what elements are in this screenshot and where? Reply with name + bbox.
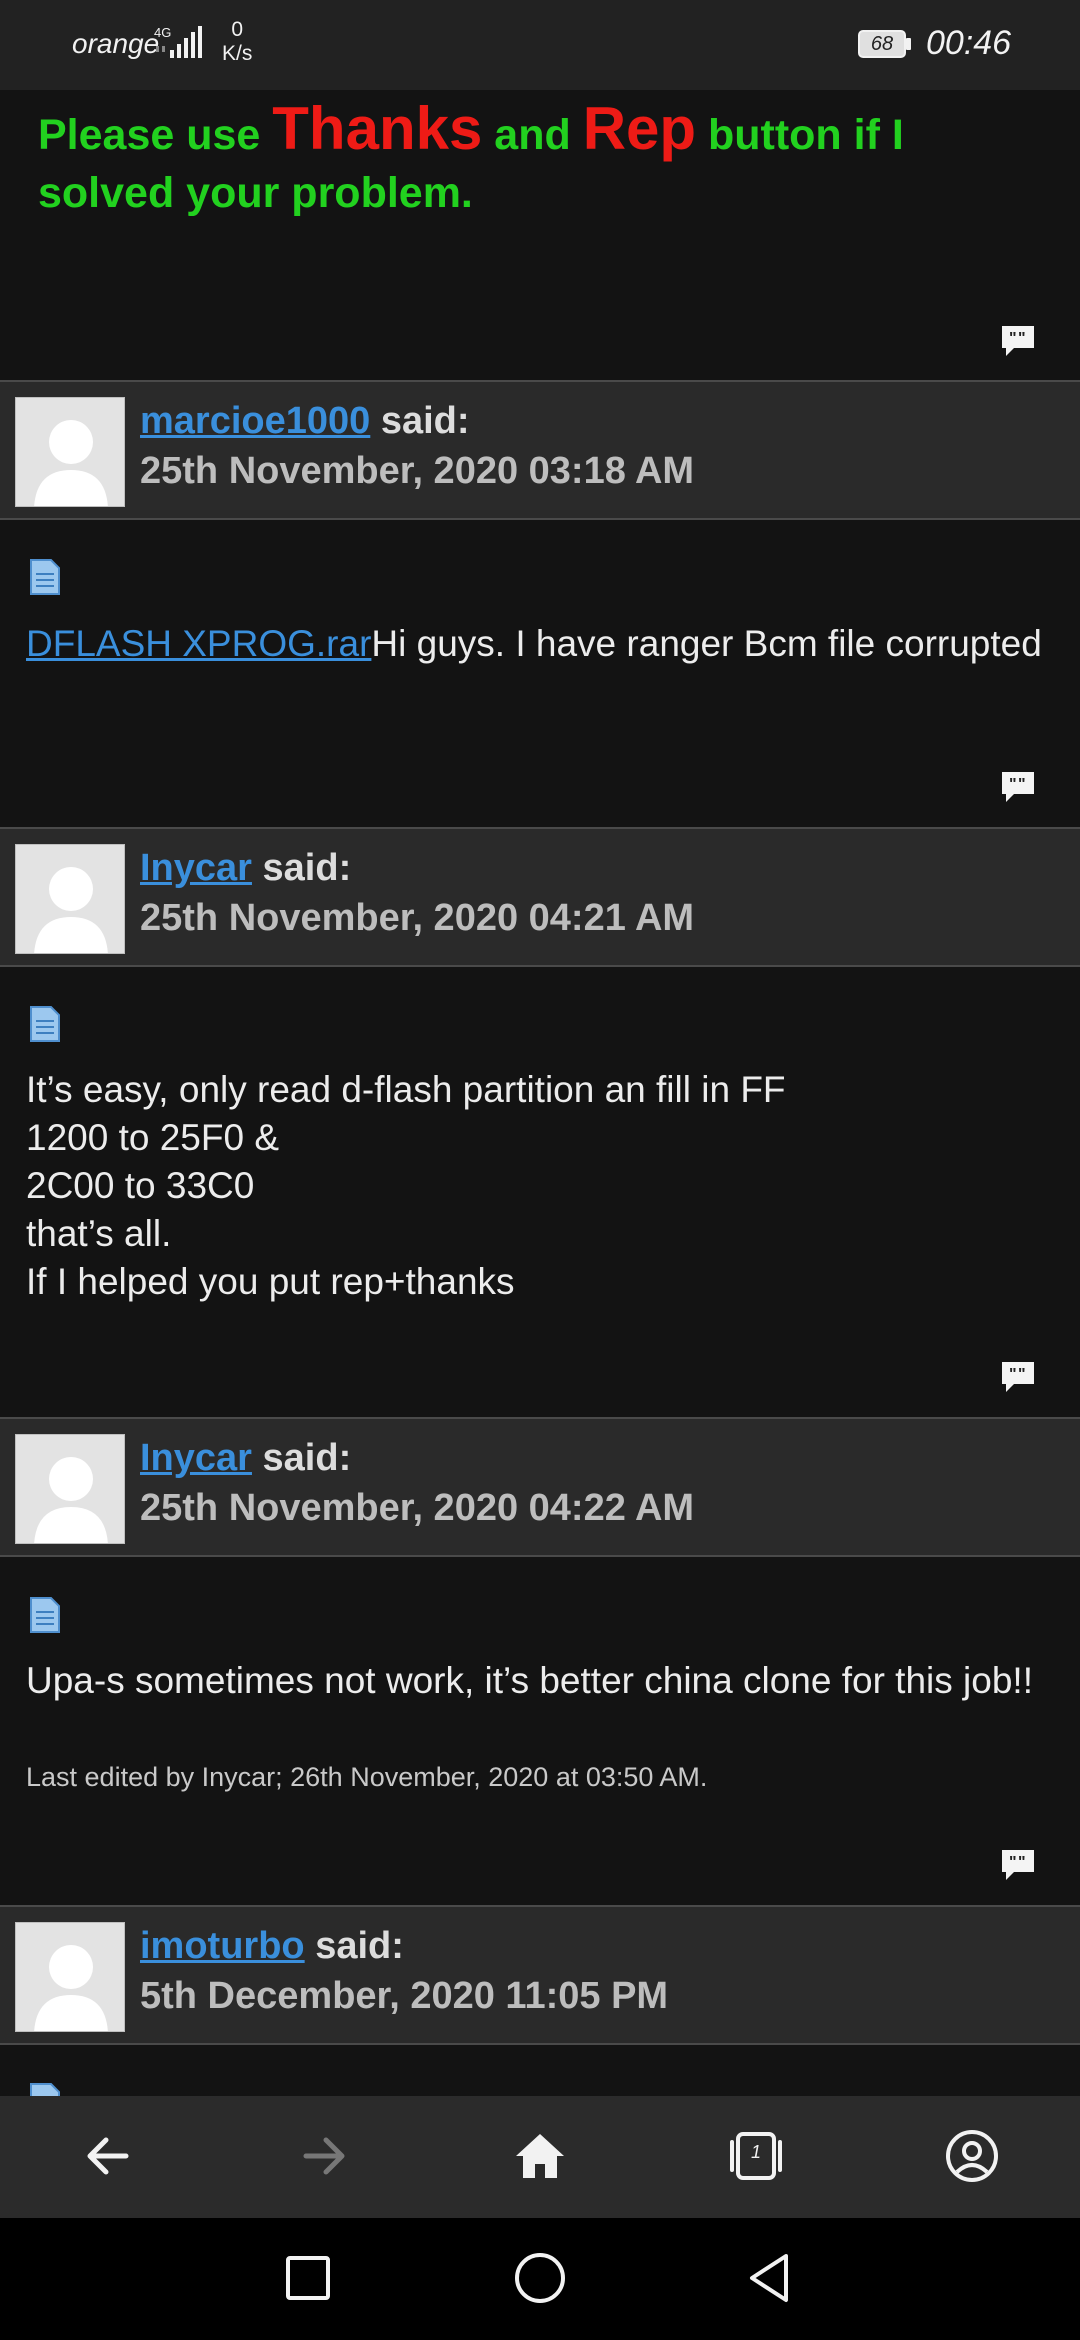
quote-reply-icon[interactable]: " " [1000, 1848, 1036, 1882]
post-author-line: Inycar said: [140, 1437, 351, 1480]
document-icon [30, 1006, 60, 1042]
tab-count: 1 [750, 2142, 761, 2162]
default-avatar-icon [34, 420, 108, 506]
post-author-line: Inycar said: [140, 847, 351, 890]
document-icon [30, 2083, 60, 2096]
signature-text: Please use Thanks and Rep button if I so… [38, 99, 958, 222]
document-icon [30, 1597, 60, 1633]
svg-text:": " [1009, 776, 1017, 793]
post-header: Inycar said: 25th November, 2020 04:22 A… [0, 1417, 1080, 1557]
avatar[interactable] [15, 397, 125, 507]
svg-text:": " [1009, 330, 1017, 347]
network-speed-value: 0 [231, 18, 244, 41]
back-arrow-icon[interactable] [78, 2126, 138, 2186]
back-triangle-icon[interactable] [742, 2250, 798, 2306]
attachment-link[interactable]: DFLASH XPROG.rar [26, 623, 371, 664]
status-bar: orange 4G 0 K/s 68 00:46 [0, 0, 1080, 90]
avatar[interactable] [15, 1434, 125, 1544]
svg-text:": " [1018, 776, 1026, 793]
clock: 00:46 [926, 24, 1012, 62]
username-link[interactable]: Inycar [140, 847, 252, 889]
carrier-label: orange [72, 28, 160, 59]
recent-apps-icon[interactable] [280, 2250, 336, 2306]
battery-level: 68 [870, 33, 894, 55]
svg-text:": " [1018, 1366, 1026, 1383]
browser-toolbar: 1 [0, 2096, 1080, 2218]
network-speed-unit: K/s [222, 42, 253, 65]
post-text: Hi guys. I have ranger Bcm file corrupte… [371, 623, 1042, 664]
svg-text:": " [1018, 330, 1026, 347]
post-body: It’s easy, only read d-flash partition a… [26, 1066, 1056, 1306]
said-label: said: [304, 1925, 404, 1967]
default-avatar-icon [34, 867, 108, 953]
signature-rep: Rep [582, 95, 697, 162]
username-link[interactable]: imoturbo [140, 1925, 305, 1967]
post-line: It’s easy, only read d-flash partition a… [26, 1069, 786, 1110]
edit-note: Last edited by Inycar; 26th November, 20… [26, 1762, 708, 1792]
svg-text:": " [1018, 1854, 1026, 1871]
username-link[interactable]: Inycar [140, 1437, 252, 1479]
post-line: 2C00 to 33C0 [26, 1165, 255, 1206]
home-icon[interactable] [510, 2126, 570, 2186]
post-author-line: marcioe1000 said: [140, 400, 470, 443]
signature-thanks: Thanks [272, 95, 483, 162]
post-body: Upa-s sometimes not work, it’s better ch… [26, 1660, 1033, 1701]
default-avatar-icon [34, 1457, 108, 1543]
post-line: If I helped you put rep+thanks [26, 1261, 515, 1302]
system-nav-bar [0, 2218, 1080, 2340]
quote-reply-icon[interactable]: " " [1000, 770, 1036, 804]
quote-reply-icon[interactable]: " " [1000, 324, 1036, 358]
signature-part2: and [482, 111, 583, 159]
post-header: Inycar said: 25th November, 2020 04:21 A… [0, 827, 1080, 967]
document-icon [30, 559, 60, 595]
default-avatar-icon [34, 1945, 108, 2031]
post-body: DFLASH XPROG.rarHi guys. I have ranger B… [26, 620, 1056, 668]
account-icon[interactable] [942, 2126, 1002, 2186]
post-line: 1200 to 25F0 & [26, 1117, 280, 1158]
battery-icon: 68 [858, 30, 912, 58]
forward-arrow-icon[interactable] [294, 2126, 354, 2186]
signal-icon: 4G [154, 25, 202, 58]
post-date: 25th November, 2020 03:18 AM [140, 450, 695, 492]
signature-block: Please use Thanks and Rep button if I so… [0, 90, 1080, 380]
network-type-label: 4G [154, 25, 171, 40]
post-date: 25th November, 2020 04:22 AM [140, 1487, 695, 1529]
svg-text:": " [1009, 1366, 1017, 1383]
post-date: 25th November, 2020 04:21 AM [140, 897, 695, 939]
post-header: marcioe1000 said: 25th November, 2020 03… [0, 380, 1080, 520]
avatar[interactable] [15, 1922, 125, 2032]
post-line: that’s all. [26, 1213, 172, 1254]
signature-part1: Please use [38, 111, 273, 159]
network-speed: 0 K/s [222, 18, 252, 66]
said-label: said: [251, 1437, 352, 1479]
avatar[interactable] [15, 844, 125, 954]
post-date: 5th December, 2020 11:05 PM [140, 1975, 669, 2017]
username-link[interactable]: marcioe1000 [140, 400, 370, 442]
said-label: said: [251, 847, 352, 889]
quote-reply-icon[interactable]: " " [1000, 1360, 1036, 1394]
svg-text:": " [1009, 1854, 1017, 1871]
tabs-button[interactable]: 1 [726, 2126, 786, 2186]
said-label: said: [370, 400, 470, 442]
home-circle-icon[interactable] [512, 2250, 568, 2306]
post-author-line: imoturbo said: [140, 1925, 404, 1968]
post-header: imoturbo said: 5th December, 2020 11:05 … [0, 1905, 1080, 2045]
